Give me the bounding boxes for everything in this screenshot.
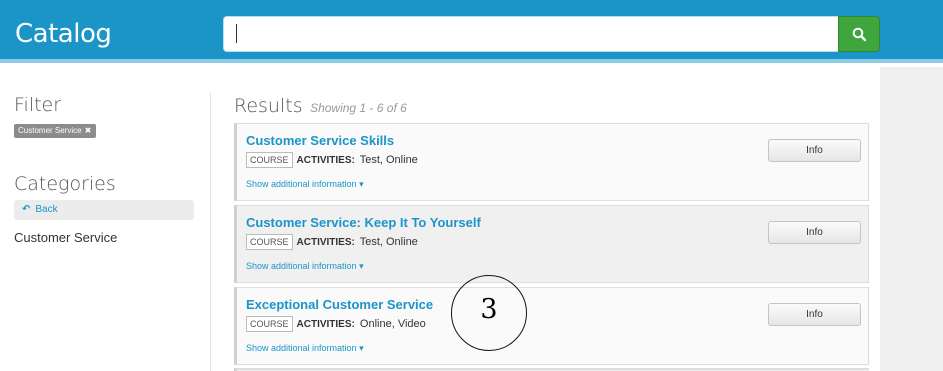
activities-label: ACTIVITIES: — [296, 237, 355, 248]
activities-label: ACTIVITIES: — [296, 319, 355, 330]
search-button[interactable] — [838, 16, 880, 52]
activities-label: ACTIVITIES: — [296, 155, 355, 166]
close-icon[interactable]: ✖ — [85, 126, 92, 135]
activities-value: Test, Online — [359, 236, 418, 248]
course-type-badge: COURSE — [246, 234, 293, 250]
activities-value: Test, Online — [359, 154, 418, 166]
filter-heading: Filter — [14, 94, 62, 116]
search-input[interactable] — [223, 16, 840, 52]
result-card: Customer Service Skills COURSE ACTIVITIES… — [234, 123, 869, 201]
top-bar: Catalog — [0, 0, 943, 63]
app-title: Catalog — [15, 19, 112, 49]
back-button[interactable]: ↶ Back — [14, 200, 194, 220]
course-meta: COURSE ACTIVITIES: Test, Online — [246, 234, 418, 250]
result-card: Exceptional Customer Service COURSE ACTIV… — [234, 287, 869, 365]
course-meta: COURSE ACTIVITIES: Online, Video — [246, 316, 426, 332]
caret-down-icon: ▾ — [359, 261, 364, 271]
step-number: 3 — [480, 294, 498, 325]
info-button[interactable]: Info — [768, 139, 861, 162]
show-additional-info-link[interactable]: Show additional information ▾ — [246, 179, 364, 190]
results-title: Results — [234, 95, 303, 117]
active-filter-label: Customer Service — [18, 126, 82, 135]
course-title-link[interactable]: Customer Service Skills — [246, 133, 394, 148]
filter-sidebar: Filter Customer Service ✖ Categories ↶ Bac… — [0, 67, 210, 371]
caret-down-icon: ▾ — [359, 343, 364, 353]
activities-value: Online, Video — [359, 318, 426, 330]
course-type-badge: COURSE — [246, 316, 293, 332]
course-meta: COURSE ACTIVITIES: Test, Online — [246, 152, 418, 168]
course-title-link[interactable]: Customer Service: Keep It To Yourself — [246, 215, 481, 230]
results-count: Showing 1 - 6 of 6 — [310, 101, 407, 115]
category-item-customer-service[interactable]: Customer Service — [14, 230, 117, 245]
search-icon — [852, 27, 867, 42]
caret-down-icon: ▾ — [359, 179, 364, 189]
result-card: Customer Service: Keep It To Yourself CO… — [234, 205, 869, 283]
show-additional-info-link[interactable]: Show additional information ▾ — [246, 261, 364, 272]
step-annotation-circle: 3 — [451, 275, 527, 351]
info-button[interactable]: Info — [768, 303, 861, 326]
back-label: Back — [35, 204, 58, 215]
show-additional-info-link[interactable]: Show additional information ▾ — [246, 343, 364, 354]
course-title-link[interactable]: Exceptional Customer Service — [246, 297, 433, 312]
text-cursor — [236, 24, 237, 43]
active-filter-tag[interactable]: Customer Service ✖ — [14, 124, 97, 138]
results-header: Results Showing 1 - 6 of 6 — [234, 95, 407, 117]
sidebar-divider — [210, 92, 211, 371]
search-bar — [223, 16, 880, 52]
course-type-badge: COURSE — [246, 152, 293, 168]
categories-heading: Categories — [14, 173, 116, 195]
right-panel — [880, 67, 943, 371]
info-button[interactable]: Info — [768, 221, 861, 244]
reply-arrow-icon: ↶ — [22, 204, 31, 215]
